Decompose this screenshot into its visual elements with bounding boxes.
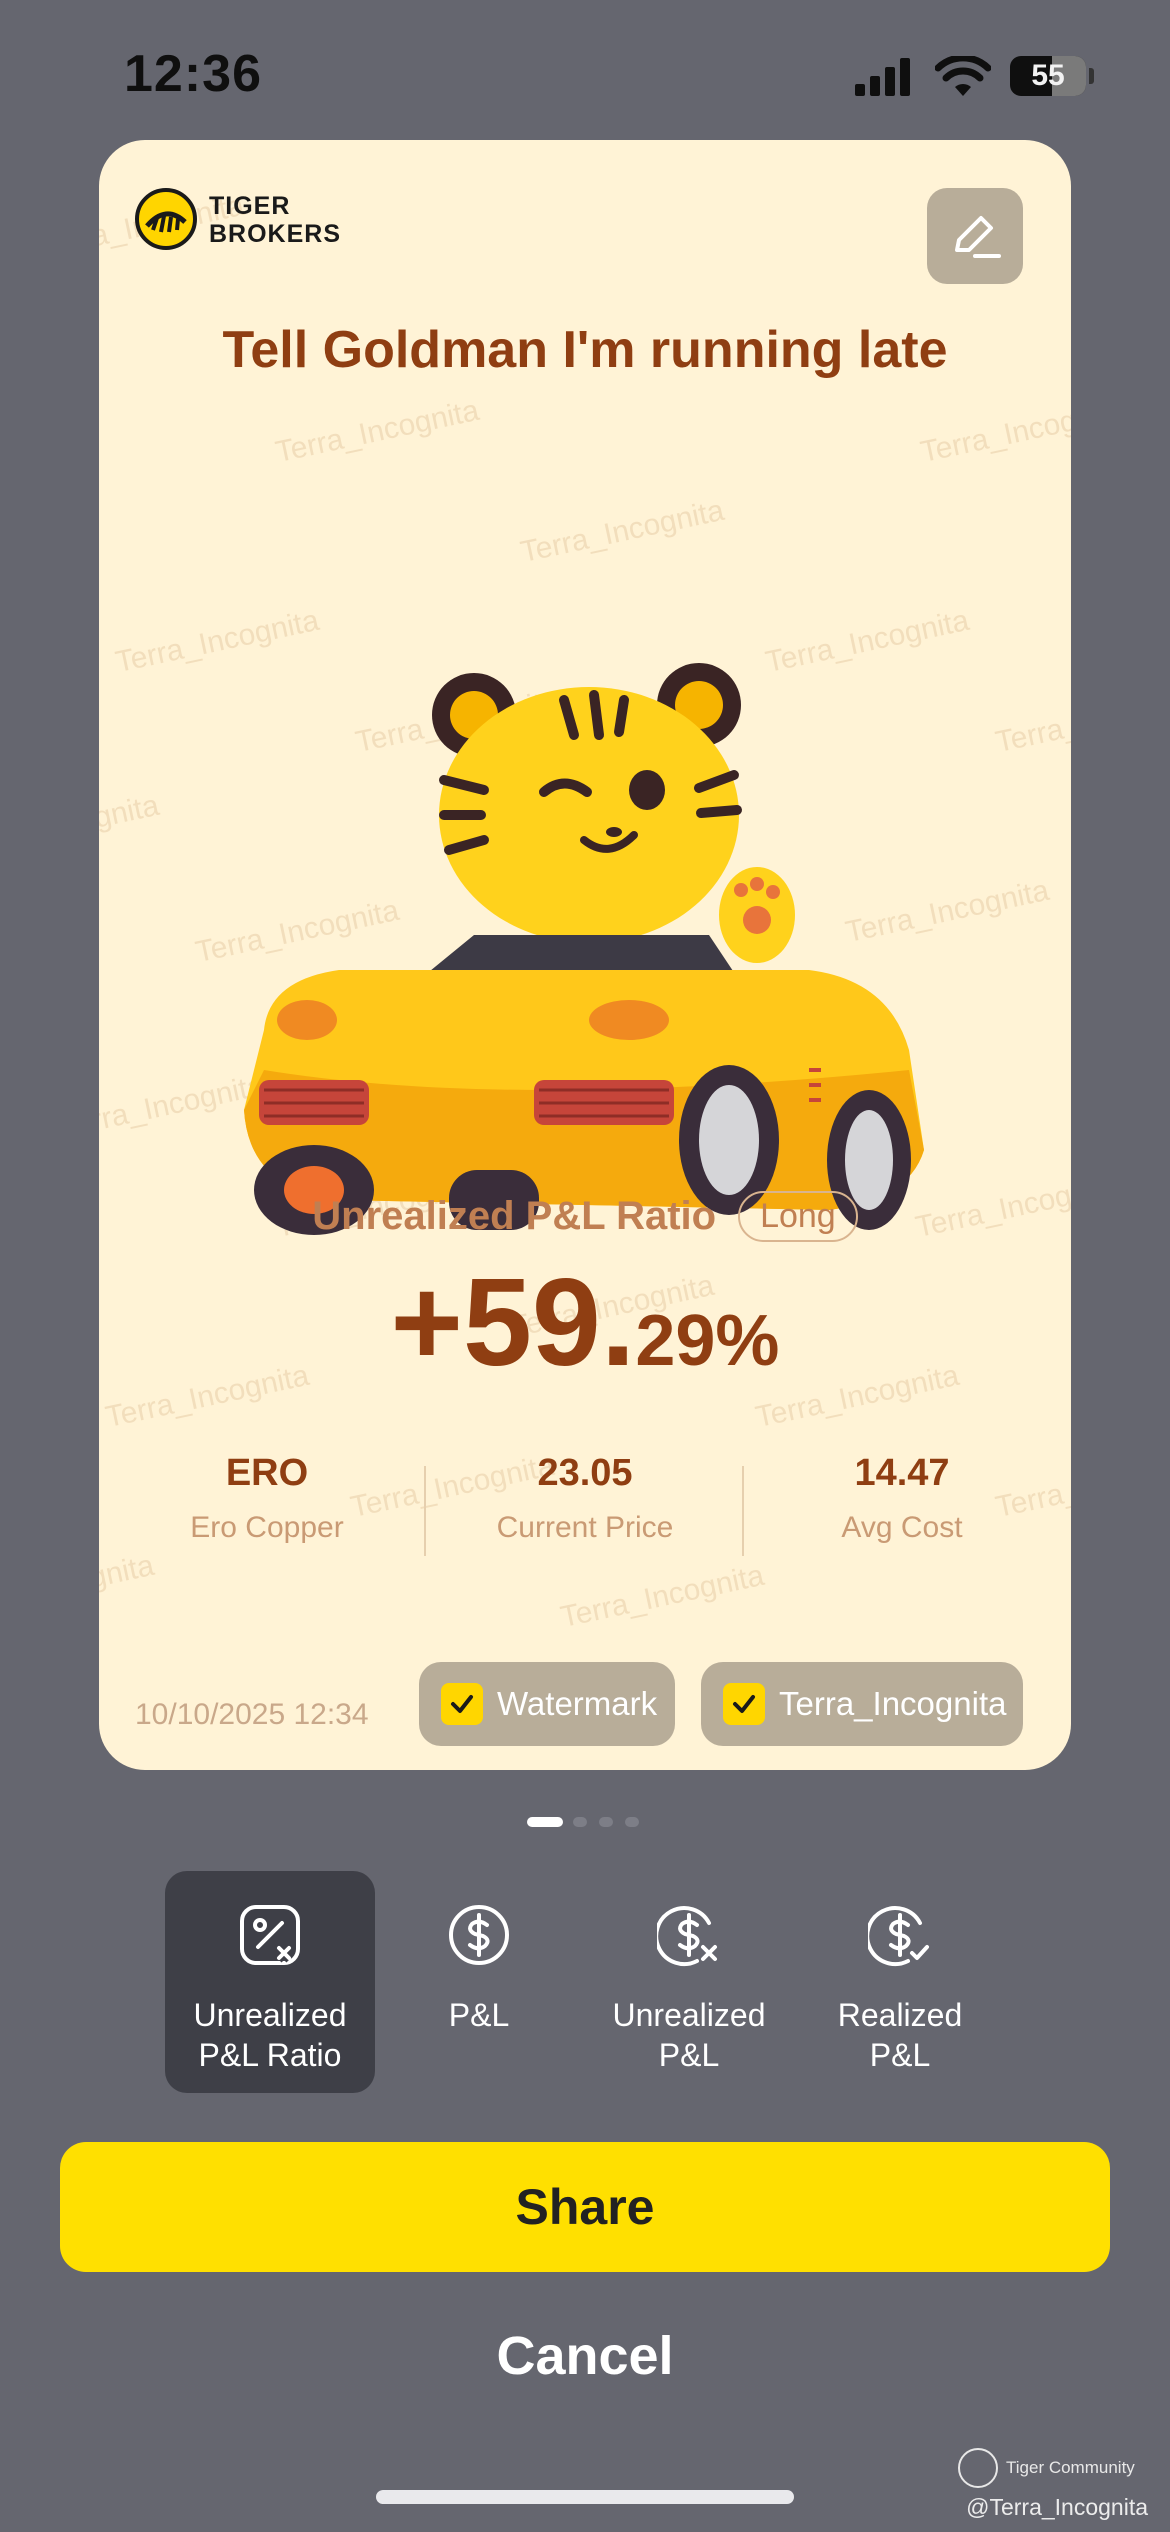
watermark-text: Terra_Incognita — [557, 1558, 767, 1635]
tab-realized-pl[interactable]: Realized P&L — [795, 1871, 1005, 2093]
stat-label: Avg Cost — [841, 1511, 963, 1544]
dollar-check-icon — [868, 1906, 929, 1967]
wifi-icon — [935, 56, 991, 96]
tab-label: Unrealized P&L Ratio — [193, 1997, 347, 2073]
ratio-label: Unrealized P&L Ratio — [312, 1193, 717, 1238]
username-toggle[interactable]: Terra_Incognita — [701, 1662, 1023, 1746]
stats-row: ERO Ero Copper 23.05 Current Price 14.47… — [99, 1452, 1071, 1562]
watermark-text: Terra_Incognita — [917, 393, 1071, 470]
stat-value: 14.47 — [854, 1452, 950, 1494]
page-dot[interactable] — [625, 1817, 639, 1827]
tab-label: Realized P&L — [837, 1997, 963, 2073]
ratio-value-integer: +59. — [390, 1254, 636, 1392]
tab-pl[interactable]: P&L — [374, 1871, 584, 2093]
tab-label: P&L — [448, 1997, 510, 2033]
stat-avg-cost: 14.47 Avg Cost — [752, 1452, 1052, 1545]
tiger-community-logo-icon — [958, 2448, 998, 2488]
page-dot-active[interactable] — [527, 1817, 563, 1827]
card-title: Tell Goldman I'm running late — [222, 321, 948, 379]
share-card: Terra_Incognita Terra_Incognita Terra_In… — [99, 140, 1071, 1770]
checkbox-checked-icon — [441, 1683, 483, 1725]
divider — [424, 1466, 426, 1556]
stat-value: 23.05 — [537, 1452, 633, 1494]
community-watermark: Tiger Community @Terra_Incognita — [958, 2448, 1148, 2528]
tab-unrealized-pl-ratio[interactable]: Unrealized P&L Ratio — [165, 1871, 375, 2093]
page-dot[interactable] — [573, 1817, 587, 1827]
tiger-car-illustration — [244, 663, 924, 1235]
battery-nub — [1089, 68, 1094, 84]
stat-label: Ero Copper — [190, 1511, 344, 1544]
checkbox-checked-icon — [723, 1683, 765, 1725]
stat-value: ERO — [225, 1452, 309, 1494]
tiger-logo-icon — [135, 188, 197, 250]
cellular-signal-icon — [855, 58, 910, 96]
percent-icon — [240, 1905, 300, 1965]
battery-icon: 55 — [1010, 56, 1086, 96]
community-name: Tiger Community — [1006, 2458, 1135, 2477]
cancel-button[interactable]: Cancel — [0, 2325, 1170, 2387]
stat-label: Current Price — [496, 1511, 674, 1544]
status-time: 12:36 — [124, 45, 262, 103]
position-badge: Long — [738, 1190, 858, 1242]
stat-ticker: ERO Ero Copper — [117, 1452, 417, 1545]
watermark-text: Terra_Incognita — [272, 393, 482, 470]
stat-current-price: 23.05 Current Price — [435, 1452, 735, 1545]
toggle-label: Watermark — [497, 1685, 658, 1722]
tiger-brokers-logo: TIGER BROKERS — [135, 188, 385, 252]
timestamp: 10/10/2025 12:34 — [135, 1698, 369, 1731]
page-dot[interactable] — [599, 1817, 613, 1827]
status-bar: 12:36 55 — [0, 0, 1170, 140]
watermark-text: Terra_Incognita — [99, 788, 162, 865]
ratio-value-decimal: 29% — [635, 1301, 780, 1381]
dollar-x-icon — [657, 1906, 717, 1967]
divider — [742, 1466, 744, 1556]
battery-level: 55 — [1031, 59, 1065, 92]
pencil-icon — [955, 216, 1001, 258]
toggle-label: Terra_Incognita — [779, 1685, 1007, 1722]
dollar-icon — [449, 1905, 509, 1965]
ratio-value: +59.29% — [99, 1252, 1071, 1394]
ratio-header: Unrealized P&L Ratio Long — [99, 1190, 1071, 1242]
edit-button[interactable] — [927, 188, 1023, 284]
home-indicator[interactable] — [376, 2490, 794, 2504]
tab-unrealized-pl[interactable]: Unrealized P&L — [584, 1871, 794, 2093]
watermark-toggle[interactable]: Watermark — [419, 1662, 675, 1746]
logo-text: TIGER BROKERS — [209, 192, 342, 248]
watermark-text: Terra_Incognita — [992, 683, 1071, 760]
share-button[interactable]: Share — [60, 2142, 1110, 2272]
tab-label: Unrealized P&L — [612, 1997, 766, 2073]
community-username: @Terra_Incognita — [966, 2494, 1148, 2520]
